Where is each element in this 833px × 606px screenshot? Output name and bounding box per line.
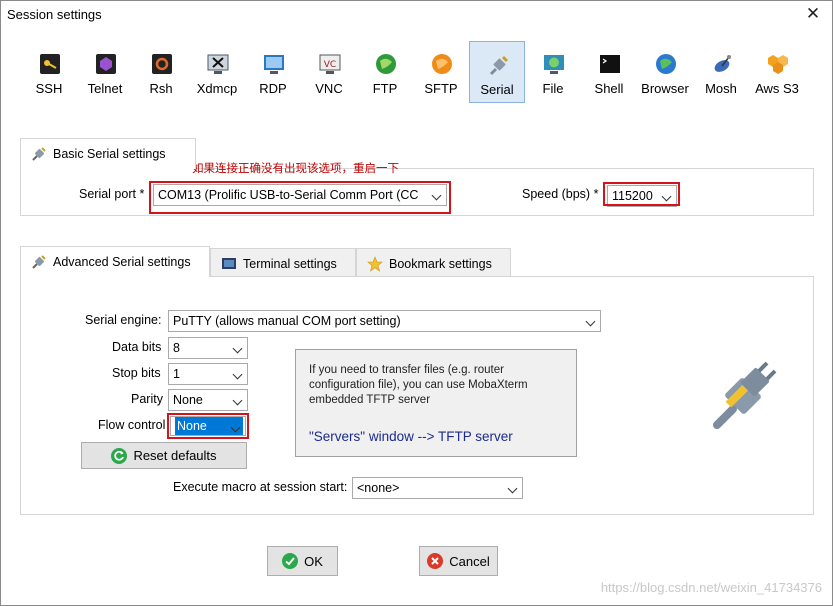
session-settings-window: Session settings ✕ SSH Telnet Rsh Xdmcp RDP V… bbox=[0, 0, 833, 606]
protocol-label: Shell bbox=[594, 81, 624, 96]
watermark-url: https://blog.csdn.net/weixin_41734376 bbox=[600, 580, 822, 595]
xdmcp-icon bbox=[207, 53, 229, 75]
close-icon[interactable]: ✕ bbox=[800, 3, 826, 25]
protocol-rdp[interactable]: RDP bbox=[245, 41, 301, 103]
ok-label: OK bbox=[304, 553, 323, 569]
protocol-label: Browser bbox=[641, 81, 689, 96]
data-bits-select[interactable]: 8 bbox=[168, 337, 248, 359]
cancel-x-icon bbox=[427, 553, 444, 569]
reset-defaults-button[interactable]: Reset defaults bbox=[81, 442, 247, 469]
ftp-globe-icon bbox=[375, 53, 397, 75]
protocol-label: Rsh bbox=[149, 81, 173, 96]
vnc-icon: VC bbox=[319, 53, 341, 75]
ok-button[interactable]: OK bbox=[267, 546, 338, 576]
reset-defaults-label: Reset defaults bbox=[133, 448, 217, 463]
file-monitor-icon bbox=[543, 53, 565, 75]
tab-terminal-settings[interactable]: Terminal settings bbox=[210, 248, 356, 278]
protocol-xdmcp[interactable]: Xdmcp bbox=[189, 41, 245, 103]
chevron-down-icon bbox=[232, 338, 244, 358]
check-icon bbox=[282, 553, 299, 569]
chevron-down-icon bbox=[232, 364, 244, 384]
protocol-label: Mosh bbox=[705, 81, 737, 96]
highlight-serial-port bbox=[149, 181, 451, 214]
protocol-label: Serial bbox=[480, 82, 514, 97]
shell-terminal-icon bbox=[599, 53, 621, 75]
protocol-label: SFTP bbox=[424, 81, 458, 96]
serial-engine-label: Serial engine: bbox=[85, 313, 162, 327]
plug-icon bbox=[31, 254, 47, 270]
mosh-satellite-icon bbox=[711, 53, 733, 75]
protocol-label: Aws S3 bbox=[755, 81, 799, 96]
protocol-label: RDP bbox=[259, 81, 287, 96]
plug-icon bbox=[31, 146, 47, 162]
stop-bits-label: Stop bits bbox=[112, 366, 161, 380]
stop-bits-select[interactable]: 1 bbox=[168, 363, 248, 385]
ssh-key-icon bbox=[39, 53, 61, 75]
tab-basic-serial-settings[interactable]: Basic Serial settings bbox=[20, 138, 196, 169]
window-title: Session settings bbox=[7, 7, 102, 22]
protocol-rsh[interactable]: Rsh bbox=[133, 41, 189, 103]
cancel-label: Cancel bbox=[449, 553, 490, 569]
title-bar: Session settings ✕ bbox=[1, 1, 832, 29]
protocol-ftp[interactable]: FTP bbox=[357, 41, 413, 103]
serial-port-label: Serial port * bbox=[79, 187, 145, 201]
flow-control-label: Flow control bbox=[98, 418, 166, 432]
macro-label: Execute macro at session start: bbox=[173, 480, 348, 494]
serial-engine-select[interactable]: PuTTY (allows manual COM port setting) bbox=[168, 310, 601, 332]
parity-select[interactable]: None bbox=[168, 389, 248, 411]
chevron-down-icon bbox=[507, 478, 519, 498]
basic-tab-label: Basic Serial settings bbox=[53, 147, 166, 161]
tab-advanced-serial-settings[interactable]: Advanced Serial settings bbox=[20, 246, 210, 277]
terminal-icon bbox=[221, 256, 237, 272]
protocol-shell[interactable]: Shell bbox=[581, 41, 637, 103]
protocol-file[interactable]: File bbox=[525, 41, 581, 103]
bookmark-tab-label: Bookmark settings bbox=[389, 256, 492, 271]
aws-s3-icon bbox=[767, 53, 789, 75]
protocol-sftp[interactable]: SFTP bbox=[413, 41, 469, 103]
protocol-label: SSH bbox=[35, 81, 63, 96]
protocol-vnc[interactable]: VC VNC bbox=[301, 41, 357, 103]
protocol-toolbar: SSH Telnet Rsh Xdmcp RDP VC VNC FTP SFTP Serial Fi… bbox=[21, 41, 805, 105]
data-bits-label: Data bits bbox=[112, 340, 162, 354]
svg-text:VC: VC bbox=[324, 60, 336, 70]
parity-label: Parity bbox=[131, 392, 163, 406]
serial-plug-illustration-icon bbox=[707, 361, 779, 433]
protocol-serial[interactable]: Serial bbox=[469, 41, 525, 103]
rsh-icon bbox=[151, 53, 173, 75]
tftp-info-text: If you need to transfer files (e.g. rout… bbox=[309, 364, 528, 406]
star-icon bbox=[367, 255, 383, 272]
protocol-label: VNC bbox=[315, 81, 343, 96]
terminal-tab-label: Terminal settings bbox=[243, 256, 337, 271]
chevron-down-icon bbox=[232, 390, 244, 410]
protocol-label: FTP bbox=[372, 81, 398, 96]
protocol-label: File bbox=[542, 81, 564, 96]
protocol-label: Xdmcp bbox=[196, 81, 238, 96]
serial-plug-icon bbox=[488, 54, 510, 76]
protocol-telnet[interactable]: Telnet bbox=[77, 41, 133, 103]
rdp-icon bbox=[263, 53, 285, 75]
telnet-icon bbox=[95, 53, 117, 75]
tftp-info-box: If you need to transfer files (e.g. rout… bbox=[295, 349, 577, 457]
refresh-icon bbox=[111, 447, 128, 464]
protocol-browser[interactable]: Browser bbox=[637, 41, 693, 103]
servers-window-link[interactable]: "Servers" window --> TFTP server bbox=[309, 429, 513, 444]
protocol-aws-s3[interactable]: Aws S3 bbox=[749, 41, 805, 103]
browser-globe-icon bbox=[655, 53, 677, 75]
cancel-button[interactable]: Cancel bbox=[419, 546, 498, 576]
chevron-down-icon bbox=[585, 311, 597, 331]
tab-bookmark-settings[interactable]: Bookmark settings bbox=[356, 248, 511, 278]
sftp-icon bbox=[431, 53, 453, 75]
red-annotation-note: 如果连接正确没有出现该选项，重启一下 bbox=[192, 161, 399, 175]
advanced-tab-label: Advanced Serial settings bbox=[53, 255, 191, 269]
highlight-flow-control bbox=[167, 413, 249, 439]
macro-select[interactable]: <none> bbox=[352, 477, 523, 499]
protocol-mosh[interactable]: Mosh bbox=[693, 41, 749, 103]
highlight-speed bbox=[603, 182, 680, 206]
speed-label: Speed (bps) * bbox=[522, 187, 599, 201]
protocol-label: Telnet bbox=[87, 81, 123, 96]
protocol-ssh[interactable]: SSH bbox=[21, 41, 77, 103]
